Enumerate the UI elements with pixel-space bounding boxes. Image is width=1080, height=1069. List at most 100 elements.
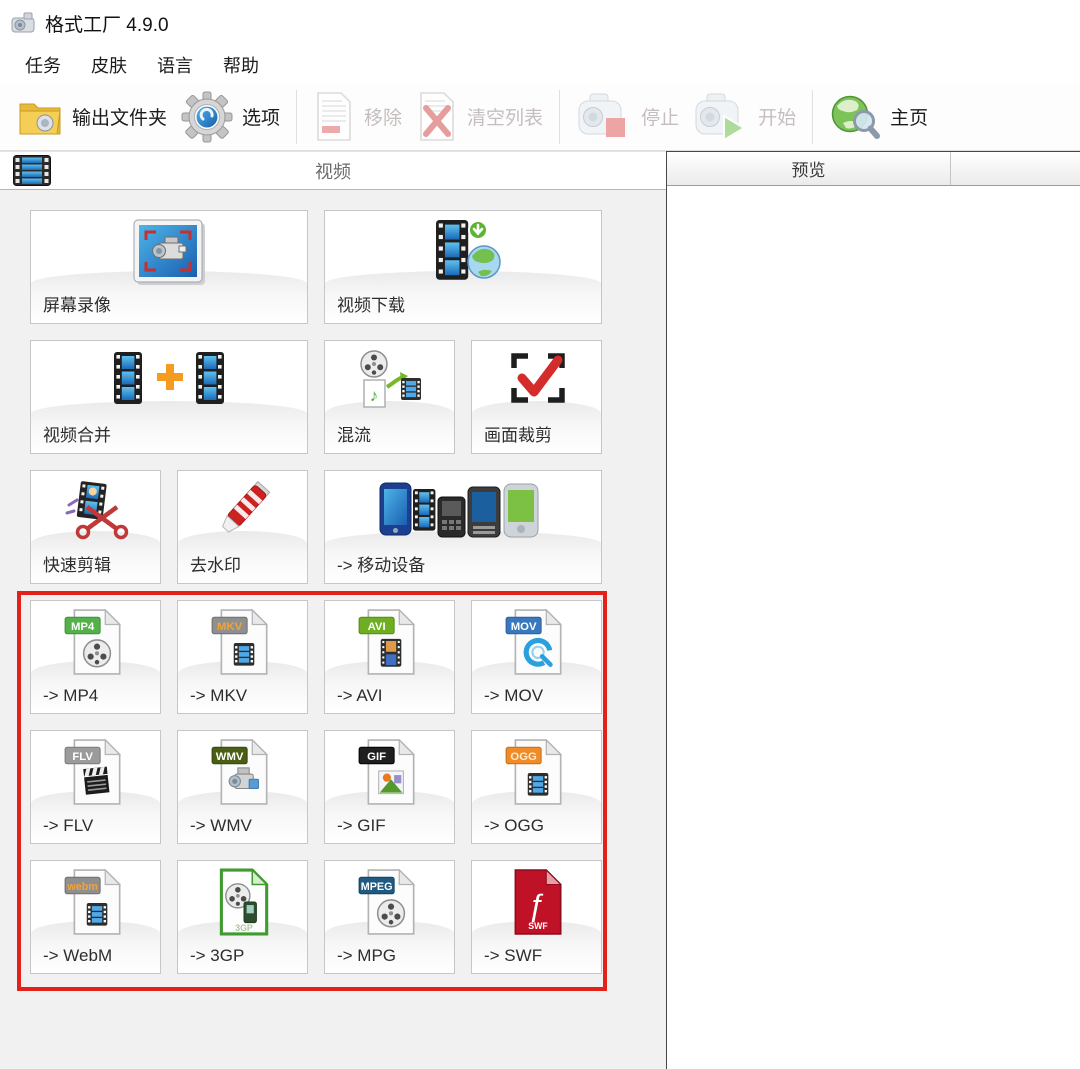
options-label: 选项 [242,108,281,129]
to-mp4-button[interactable]: MP4 -> MP4 [30,600,161,714]
output-folder-button[interactable]: 输出文件夹 [10,96,174,138]
toolbar-separator [812,89,814,144]
window-title: 格式工厂 4.9.0 [45,14,169,36]
clear-list-label: 清空列表 [467,108,544,129]
mp4-file-icon: MP4 [31,607,160,677]
mpg-file-icon: MPEG [325,867,454,937]
start-icon [695,93,747,142]
to-ogg-button[interactable]: OGG -> OGG [471,730,602,844]
button-label: -> WebM [43,946,113,965]
start-label: 开始 [758,108,797,129]
menu-skin[interactable]: 皮肤 [76,49,142,81]
mpg-tag-text: MPEG [360,881,392,893]
task-list-body[interactable] [667,186,1080,1069]
folder-icon [19,103,61,134]
gif-file-icon: GIF [325,737,454,807]
flv-tag-text: FLV [72,751,93,763]
toolbar: 输出文件夹 选项 移除 清空列表 停止 开始 主页 [0,83,1080,151]
to-mpg-button[interactable]: MPEG -> MPG [324,860,455,974]
main-area: 视频 屏幕录像 视频下载 视频合并 ♪ 混流 画面裁剪 快速剪辑 去水印 -> … [0,151,1080,1069]
menu-help[interactable]: 帮助 [208,49,274,81]
to-flv-button[interactable]: FLV -> FLV [30,730,161,844]
button-label: -> 3GP [190,946,245,965]
title-bar: 格式工厂 4.9.0 [0,0,1080,46]
wmv-file-icon: WMV [178,737,307,807]
avi-tag-text: AVI [367,621,385,633]
mobile-devices-icon [325,477,601,541]
stop-label: 停止 [641,108,680,129]
button-label: -> WMV [190,816,252,835]
button-label: 混流 [337,426,371,445]
crop-check-icon [472,347,601,409]
flv-file-icon: FLV [31,737,160,807]
screen-record-icon [31,217,307,291]
button-label: -> MKV [190,686,248,705]
clear-list-page-icon [420,91,454,141]
to-avi-button[interactable]: AVI -> AVI [324,600,455,714]
to-3gp-button[interactable]: 3GP -> 3GP [177,860,308,974]
video-download-button[interactable]: 视频下载 [324,210,602,324]
empty-column-header[interactable] [951,152,1080,185]
remove-label: 移除 [364,108,403,129]
app-icon [11,12,35,33]
music-note-glyph: ♪ [369,386,378,405]
button-label: 去水印 [190,556,241,575]
eraser-icon [178,477,307,543]
webm-tag-text: webm [66,881,98,893]
home-globe-icon [831,95,881,139]
button-label: -> MOV [484,686,544,705]
to-swf-button[interactable]: ƒ SWF -> SWF [471,860,602,974]
clear-list-button[interactable]: 清空列表 [409,91,550,143]
swf-tag-text: SWF [528,921,548,931]
video-function-grid: 屏幕录像 视频下载 视频合并 ♪ 混流 画面裁剪 快速剪辑 去水印 -> 移动设… [30,210,602,974]
to-mov-button[interactable]: MOV -> MOV [471,600,602,714]
screen-record-button[interactable]: 屏幕录像 [30,210,308,324]
button-label: 视频合并 [43,426,111,445]
button-label: -> OGG [484,816,544,835]
video-panel-title: 视频 [315,161,351,182]
to-webm-button[interactable]: webm -> WebM [30,860,161,974]
stop-button[interactable]: 停止 [569,91,686,143]
quick-clip-button[interactable]: 快速剪辑 [30,470,161,584]
menu-task[interactable]: 任务 [10,49,76,81]
gear-icon [181,91,233,142]
task-list-panel: 预览 [666,151,1080,1069]
threegp-file-icon: 3GP [178,867,307,937]
button-label: -> GIF [337,816,386,835]
menu-language[interactable]: 语言 [142,49,208,81]
avi-file-icon: AVI [325,607,454,677]
ogg-file-icon: OGG [472,737,601,807]
button-label: -> SWF [484,946,543,965]
toolbar-separator [296,89,298,144]
home-button[interactable]: 主页 [822,92,935,142]
video-panel-header[interactable]: 视频 [0,151,666,190]
stop-icon [578,93,626,137]
video-join-button[interactable]: 视频合并 [30,340,308,454]
video-panel-body: 屏幕录像 视频下载 视频合并 ♪ 混流 画面裁剪 快速剪辑 去水印 -> 移动设… [0,190,666,1069]
remove-watermark-button[interactable]: 去水印 [177,470,308,584]
remove-button[interactable]: 移除 [306,91,409,143]
button-label: -> MP4 [43,686,99,705]
menu-bar: 任务 皮肤 语言 帮助 [0,46,1080,83]
gif-tag-text: GIF [367,751,386,763]
to-mkv-button[interactable]: MKV -> MKV [177,600,308,714]
options-button[interactable]: 选项 [174,91,287,143]
webm-file-icon: webm [31,867,160,937]
crop-button[interactable]: 画面裁剪 [471,340,602,454]
ogg-tag-text: OGG [510,751,537,763]
mp4-tag-text: MP4 [70,621,94,633]
button-label: 快速剪辑 [43,556,111,575]
button-label: 视频下载 [337,296,405,315]
mov-tag-text: MOV [510,621,536,633]
to-gif-button[interactable]: GIF -> GIF [324,730,455,844]
toolbar-separator [559,89,561,144]
to-wmv-button[interactable]: WMV -> WMV [177,730,308,844]
start-button[interactable]: 开始 [686,91,803,143]
button-label: 画面裁剪 [484,426,552,445]
mobile-device-button[interactable]: -> 移动设备 [324,470,602,584]
remove-page-icon [317,91,351,141]
preview-column-header[interactable]: 预览 [667,152,951,185]
mux-button[interactable]: ♪ 混流 [324,340,455,454]
button-label: -> MPG [337,946,397,965]
mkv-file-icon: MKV [178,607,307,677]
